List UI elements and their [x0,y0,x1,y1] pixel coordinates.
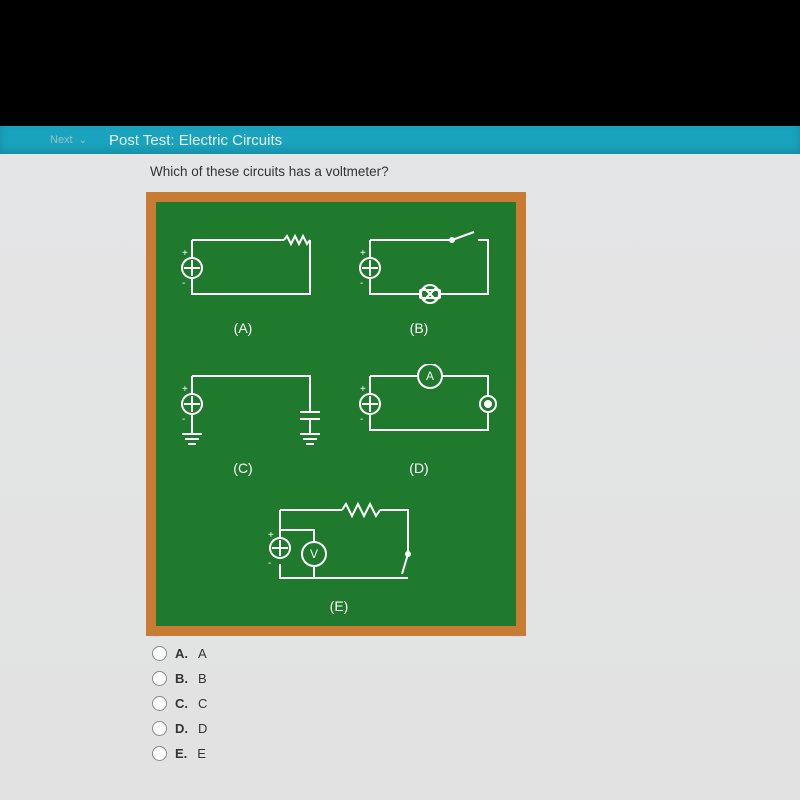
circuit-d-label: (D) [404,460,434,476]
diagram-frame: + - (A) [146,192,526,636]
circuit-a: + - [174,228,324,314]
circuit-b: + - [352,228,502,314]
top-black-bar [0,0,800,126]
content-area: Which of these circuits has a voltmeter? [0,154,800,800]
svg-text:-: - [360,278,363,289]
answer-letter: C. [175,696,188,711]
radio-c[interactable] [152,696,167,711]
svg-text:-: - [360,414,363,425]
ammeter-label: A [426,369,434,383]
answer-option-b[interactable]: B. B [152,671,207,686]
diagram-panel: + - (A) [156,202,516,626]
answer-option-a[interactable]: A. A [152,646,207,661]
question-text: Which of these circuits has a voltmeter? [150,164,389,179]
quiz-page: Next ⌄ Post Test: Electric Circuits Whic… [0,0,800,800]
answer-letter: D. [175,721,188,736]
answer-letter: E. [175,746,187,761]
circuit-e: V + - [262,498,422,594]
svg-text:-: - [182,278,185,289]
radio-e[interactable] [152,746,167,761]
answer-option-e[interactable]: E. E [152,746,207,761]
answer-option-d[interactable]: D. D [152,721,207,736]
circuit-a-label: (A) [228,320,258,336]
answer-text: D [198,721,207,736]
svg-text:+: + [360,248,366,259]
answer-letter: B. [175,671,188,686]
circuit-c: + - [174,364,324,460]
svg-text:+: + [360,384,366,395]
circuit-b-label: (B) [404,320,434,336]
page-title: Post Test: Electric Circuits [109,132,282,149]
next-button-label[interactable]: Next [50,134,73,146]
answer-options: A. A B. B C. C D. D E. E [152,646,207,771]
circuit-e-label: (E) [324,598,354,614]
svg-text:-: - [268,558,271,569]
answer-text: A [198,646,207,661]
svg-text:+: + [182,384,188,395]
answer-letter: A. [175,646,188,661]
voltmeter-label: V [310,547,318,561]
radio-a[interactable] [152,646,167,661]
svg-text:+: + [182,248,188,259]
answer-text: B [198,671,207,686]
svg-text:+: + [268,530,274,541]
chevron-down-icon[interactable]: ⌄ [79,135,87,146]
circuit-c-label: (C) [228,460,258,476]
circuit-d: A + - [352,364,502,450]
svg-text:-: - [182,414,185,425]
radio-b[interactable] [152,671,167,686]
answer-option-c[interactable]: C. C [152,696,207,711]
radio-d[interactable] [152,721,167,736]
answer-text: C [198,696,207,711]
answer-text: E [197,746,206,761]
nav-bar: Next ⌄ Post Test: Electric Circuits [0,126,800,154]
